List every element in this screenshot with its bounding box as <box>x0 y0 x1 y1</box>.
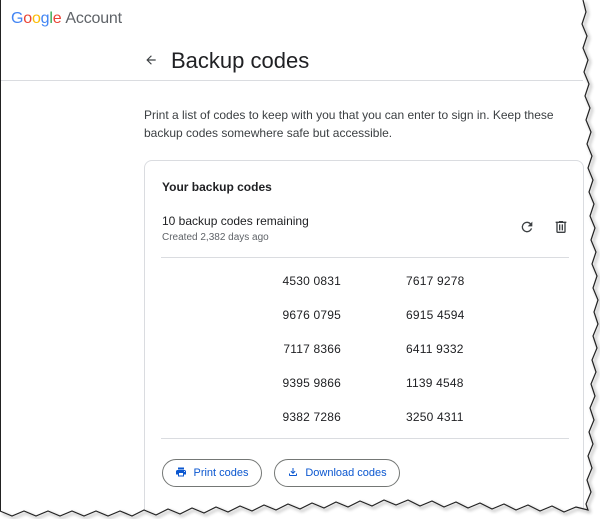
arrow-back-icon[interactable] <box>143 52 159 68</box>
backup-code: 7617 9278 <box>406 274 465 288</box>
page-title: Backup codes <box>171 48 310 73</box>
download-codes-label: Download codes <box>305 467 387 479</box>
backup-code: 6915 4594 <box>406 308 465 322</box>
backup-code: 3250 4311 <box>406 410 464 424</box>
google-account-logo[interactable]: Google Account <box>11 10 122 28</box>
codes-grid: 4530 0831 7617 9278 9676 0795 6915 4594 … <box>161 258 569 438</box>
trash-icon[interactable] <box>551 217 571 237</box>
google-wordmark: Google <box>11 10 62 27</box>
backup-code: 6411 9332 <box>406 342 464 356</box>
app-header: Google Account <box>0 0 583 38</box>
codes-remaining: 10 backup codes remaining <box>162 214 309 228</box>
backup-code: 9382 7286 <box>282 410 341 424</box>
codes-bottom-divider <box>161 438 569 439</box>
refresh-icon[interactable] <box>517 217 537 237</box>
download-codes-button[interactable]: Download codes <box>274 459 400 487</box>
download-icon <box>287 466 299 481</box>
intro-text: Print a list of codes to keep with you t… <box>144 108 554 140</box>
created-date: Created 2,382 days ago <box>162 232 269 243</box>
backup-code: 4530 0831 <box>282 274 341 288</box>
backup-code: 1139 4548 <box>406 376 464 390</box>
account-wordmark: Account <box>65 10 122 27</box>
print-codes-label: Print codes <box>193 467 249 479</box>
backup-code: 9676 0795 <box>282 308 341 322</box>
backup-codes-card: Your backup codes 10 backup codes remain… <box>144 160 584 519</box>
header-divider <box>0 80 583 81</box>
print-codes-button[interactable]: Print codes <box>162 459 262 487</box>
printer-icon <box>175 466 187 481</box>
backup-code: 9395 9866 <box>282 376 341 390</box>
card-title: Your backup codes <box>162 180 272 194</box>
backup-code: 7117 8366 <box>283 342 341 356</box>
